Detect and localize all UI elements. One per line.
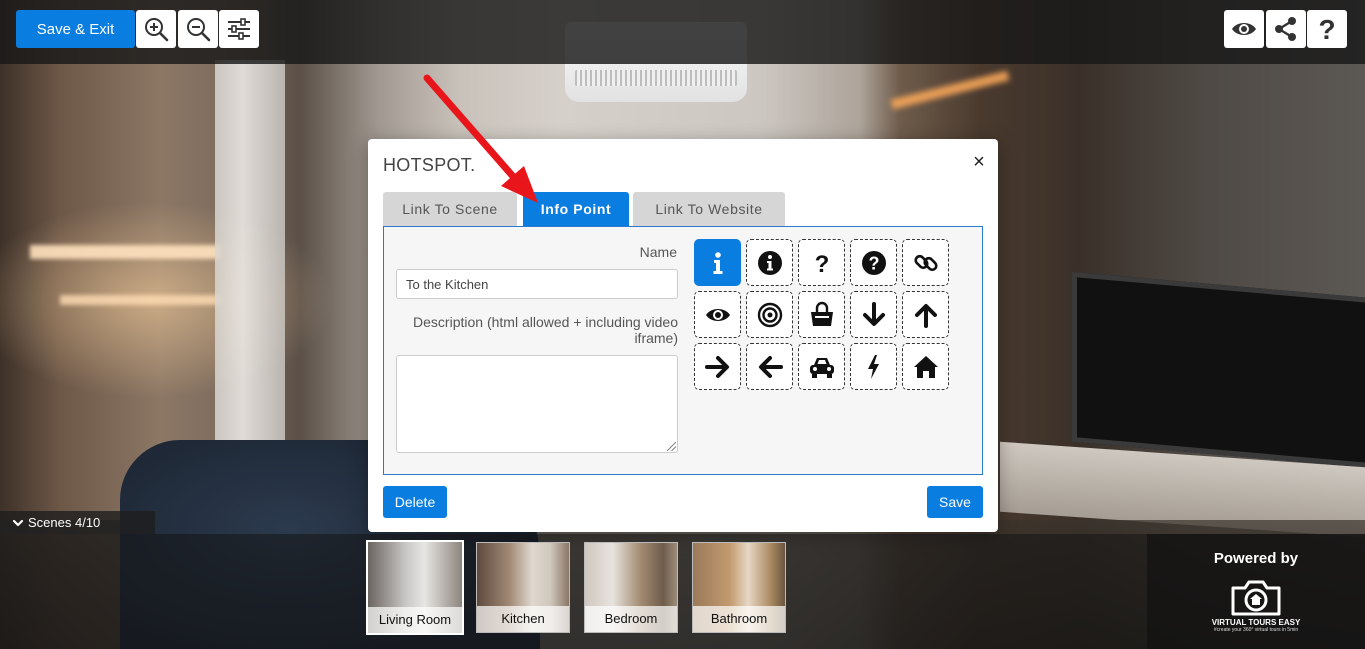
scene-thumb-living-room[interactable]: Living Room — [366, 540, 464, 635]
help-button[interactable]: ? — [1307, 10, 1347, 48]
resize-handle[interactable] — [667, 442, 676, 451]
zoom-in-button[interactable] — [136, 10, 176, 48]
chevron-down-icon — [12, 519, 24, 526]
eye-icon — [705, 308, 730, 321]
wall-light — [30, 245, 220, 259]
television — [1072, 271, 1365, 469]
icon-option-info-circle[interactable] — [746, 239, 793, 286]
logo-text: VIRTUAL TOURS EASY — [1211, 618, 1301, 627]
save-button[interactable]: Save — [927, 486, 983, 518]
powered-by-label: Powered by — [1213, 550, 1299, 567]
info-point-panel: Name Description (html allowed + includi… — [383, 226, 983, 475]
close-button[interactable]: × — [970, 151, 988, 173]
tab-link-to-website[interactable]: Link To Website — [633, 192, 785, 226]
scene-thumb-label: Bedroom — [585, 606, 677, 632]
svg-text:?: ? — [814, 251, 829, 277]
camera-logo-icon — [1231, 580, 1281, 616]
bolt-icon — [867, 354, 879, 379]
scene-thumb-label: Living Room — [368, 607, 462, 633]
zoom-out-button[interactable] — [178, 10, 218, 48]
icon-option-bolt[interactable] — [850, 343, 897, 390]
preview-button[interactable] — [1224, 10, 1264, 48]
svg-text:?: ? — [1318, 15, 1335, 43]
question-circle-icon: ? — [861, 250, 886, 275]
icon-option-shopping-bag[interactable] — [798, 291, 845, 338]
zoom-in-icon — [145, 18, 169, 42]
hotspot-modal: HOTSPOT. × Link To Scene Info Point Link… — [368, 139, 998, 532]
arrow-left-icon — [758, 355, 783, 378]
home-icon — [913, 355, 938, 378]
name-label: Name — [639, 244, 677, 260]
target-icon — [757, 302, 782, 327]
delete-button[interactable]: Delete — [383, 486, 447, 518]
icon-option-link[interactable] — [902, 239, 949, 286]
sliders-icon — [228, 18, 250, 40]
tab-link-to-scene[interactable]: Link To Scene — [383, 192, 517, 226]
icon-option-target[interactable] — [746, 291, 793, 338]
zoom-out-icon — [187, 18, 211, 42]
tab-info-point[interactable]: Info Point — [523, 192, 629, 226]
question-icon: ? — [1318, 15, 1335, 43]
icon-option-question-circle[interactable]: ? — [850, 239, 897, 286]
svg-text:?: ? — [868, 253, 879, 273]
save-exit-button[interactable]: Save & Exit — [16, 10, 135, 48]
scene-thumb-label: Kitchen — [477, 606, 569, 632]
description-textarea[interactable] — [396, 355, 678, 453]
arrow-up-icon — [914, 303, 937, 328]
wall-light — [60, 295, 220, 305]
icon-option-arrow-down[interactable] — [850, 291, 897, 338]
icon-option-info[interactable] — [694, 239, 741, 286]
scene-thumb-bedroom[interactable]: Bedroom — [584, 542, 678, 633]
scenes-count: Scenes 4/10 — [28, 515, 101, 530]
scene-thumb-bathroom[interactable]: Bathroom — [692, 542, 786, 633]
link-icon — [913, 254, 938, 271]
share-button[interactable] — [1266, 10, 1306, 48]
air-conditioner-vent — [575, 70, 737, 86]
settings-button[interactable] — [219, 10, 259, 48]
icon-option-question[interactable]: ? — [798, 239, 845, 286]
icon-option-home[interactable] — [902, 343, 949, 390]
icon-option-arrow-right[interactable] — [694, 343, 741, 390]
info-icon — [713, 251, 722, 274]
icon-option-eye[interactable] — [694, 291, 741, 338]
ceiling-light — [890, 70, 1010, 110]
arrow-right-icon — [704, 355, 729, 378]
icon-option-car[interactable] — [798, 343, 845, 390]
logo-tagline: #create your 360° virtual tours in 5min — [1213, 627, 1299, 633]
branding: Powered by VIRTUAL TOURS EASY #create yo… — [1147, 534, 1365, 649]
shopping-bag-icon — [810, 301, 833, 326]
scene-thumb-label: Bathroom — [693, 606, 785, 632]
info-circle-icon — [757, 250, 782, 275]
description-label: Description (html allowed + including vi… — [413, 314, 678, 346]
car-icon — [809, 357, 834, 378]
question-icon: ? — [814, 251, 829, 277]
eye-icon — [1232, 23, 1256, 35]
top-toolbar: Save & Exit ? — [0, 0, 1365, 64]
arrow-down-icon — [862, 301, 885, 326]
icon-option-arrow-left[interactable] — [746, 343, 793, 390]
modal-title: HOTSPOT. — [383, 155, 476, 175]
share-icon — [1275, 17, 1296, 41]
name-input[interactable] — [396, 269, 678, 299]
scene-thumb-kitchen[interactable]: Kitchen — [476, 542, 570, 633]
scenes-toggle[interactable]: Scenes 4/10 — [0, 511, 155, 534]
icon-option-arrow-up[interactable] — [902, 291, 949, 338]
